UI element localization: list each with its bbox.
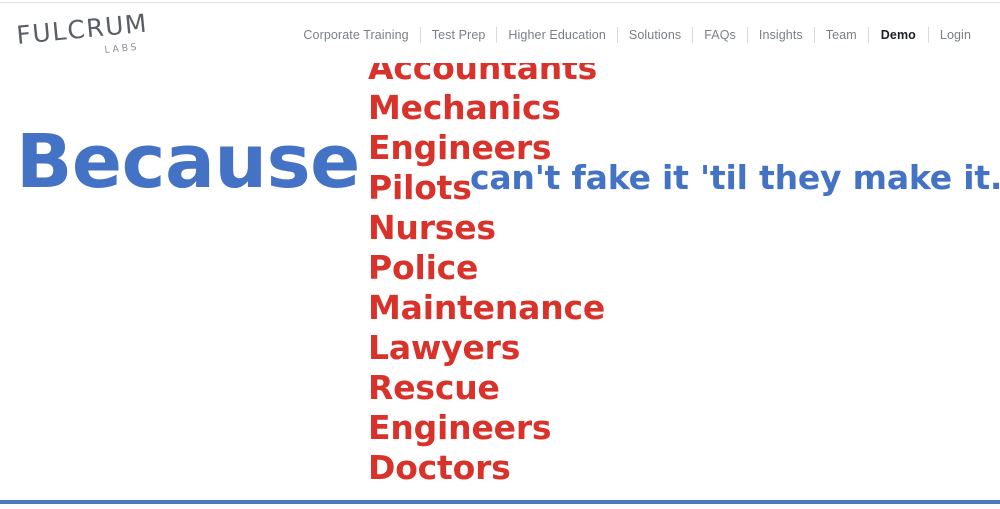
hero-role-item: Maintenance — [368, 288, 606, 327]
brand-logo-subtext: LABS — [103, 41, 140, 56]
page-root: FULCRUM LABS Corporate Training Test Prep… — [0, 0, 1000, 509]
primary-navigation: Corporate Training Test Prep Higher Educat… — [292, 25, 982, 45]
nav-item-solutions[interactable]: Solutions — [618, 25, 692, 45]
brand-logo[interactable]: FULCRUM LABS — [15, 8, 178, 59]
bottom-accent-bar — [0, 500, 1000, 509]
nav-item-insights[interactable]: Insights — [748, 25, 814, 45]
hero-rotating-role-list: Accountants Mechanics Engineers Pilots Nurse… — [368, 48, 698, 485]
nav-item-higher-education[interactable]: Higher Education — [497, 25, 617, 45]
nav-item-test-prep[interactable]: Test Prep — [421, 25, 497, 45]
nav-item-team[interactable]: Team — [815, 25, 868, 45]
nav-item-faqs[interactable]: FAQs — [693, 25, 747, 45]
hero-role-item: Police — [368, 248, 479, 287]
nav-item-login[interactable]: Login — [929, 25, 982, 45]
hero-tagline: can't fake it 'til they make it. — [470, 158, 1000, 197]
hero-role-item: Mechanics — [368, 88, 561, 127]
hero-role-item: Engineers — [368, 408, 552, 447]
hero-role-item: Doctors — [368, 448, 511, 485]
nav-item-corporate-training[interactable]: Corporate Training — [292, 25, 419, 45]
hero-role-item: Rescue — [368, 368, 500, 407]
hero-section: Because Accountants Mechanics Engineers Pil… — [0, 48, 1000, 500]
nav-item-demo[interactable]: Demo — [869, 25, 928, 45]
hero-role-item: Nurses — [368, 208, 496, 247]
hero-role-item: Lawyers — [368, 328, 521, 367]
site-header: FULCRUM LABS Corporate Training Test Prep… — [0, 3, 1000, 63]
hero-lead-word: Because — [16, 119, 360, 205]
bottom-accent-bar-fill — [0, 504, 1000, 509]
